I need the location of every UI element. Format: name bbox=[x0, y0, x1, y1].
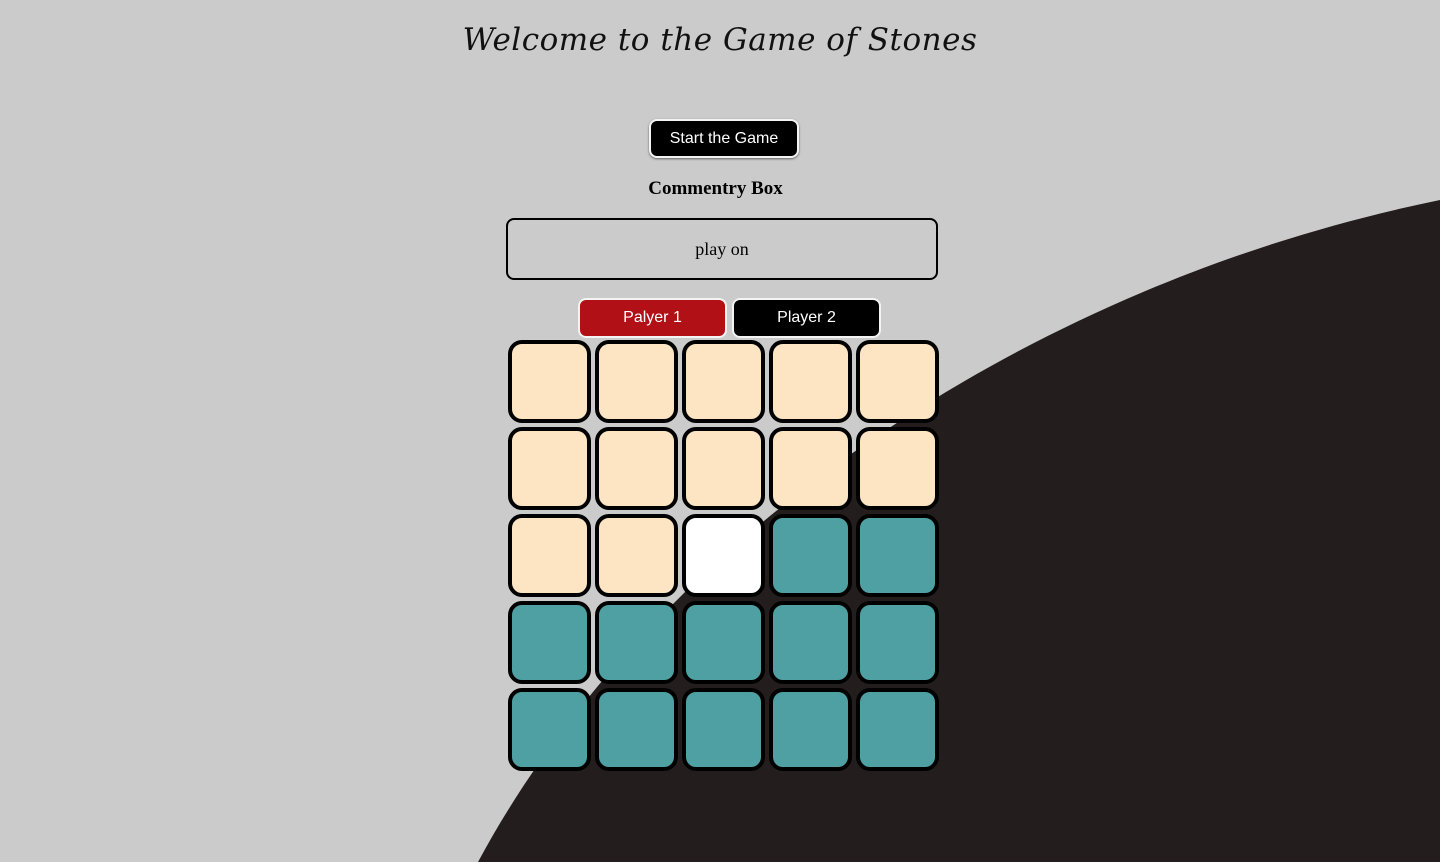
commentary-text: play on bbox=[695, 238, 749, 259]
board-cell-empty[interactable] bbox=[682, 427, 765, 510]
board-cell-stone[interactable] bbox=[682, 601, 765, 684]
board-cell-stone[interactable] bbox=[856, 688, 939, 771]
board-cell-stone[interactable] bbox=[595, 601, 678, 684]
board-cell-stone[interactable] bbox=[769, 688, 852, 771]
board-cell-stone[interactable] bbox=[856, 601, 939, 684]
board-cell-empty[interactable] bbox=[595, 340, 678, 423]
board-cell-stone[interactable] bbox=[508, 688, 591, 771]
board-cell-empty[interactable] bbox=[508, 427, 591, 510]
board-cell-stone[interactable] bbox=[682, 688, 765, 771]
board-cell-empty[interactable] bbox=[856, 340, 939, 423]
player-2-button[interactable]: Player 2 bbox=[732, 298, 881, 338]
board-cell-empty[interactable] bbox=[595, 427, 678, 510]
board-cell-stone[interactable] bbox=[769, 514, 852, 597]
board-cell-empty[interactable] bbox=[769, 427, 852, 510]
board-cell-stone[interactable] bbox=[508, 601, 591, 684]
board-cell-stone[interactable] bbox=[595, 688, 678, 771]
player-1-button[interactable]: Palyer 1 bbox=[578, 298, 727, 338]
board-cell-empty[interactable] bbox=[595, 514, 678, 597]
board-cell-empty[interactable] bbox=[682, 340, 765, 423]
board-cell-selected[interactable] bbox=[682, 514, 765, 597]
commentary-box: play on bbox=[506, 218, 938, 280]
board-cell-stone[interactable] bbox=[769, 601, 852, 684]
start-game-button[interactable]: Start the Game bbox=[649, 119, 799, 158]
board-cell-empty[interactable] bbox=[508, 340, 591, 423]
board-cell-empty[interactable] bbox=[856, 427, 939, 510]
page-title: Welcome to the Game of Stones bbox=[462, 22, 978, 58]
board-cell-stone[interactable] bbox=[856, 514, 939, 597]
board-cell-empty[interactable] bbox=[769, 340, 852, 423]
commentary-heading: Commentry Box bbox=[648, 178, 783, 199]
game-board bbox=[508, 340, 943, 775]
board-cell-empty[interactable] bbox=[508, 514, 591, 597]
